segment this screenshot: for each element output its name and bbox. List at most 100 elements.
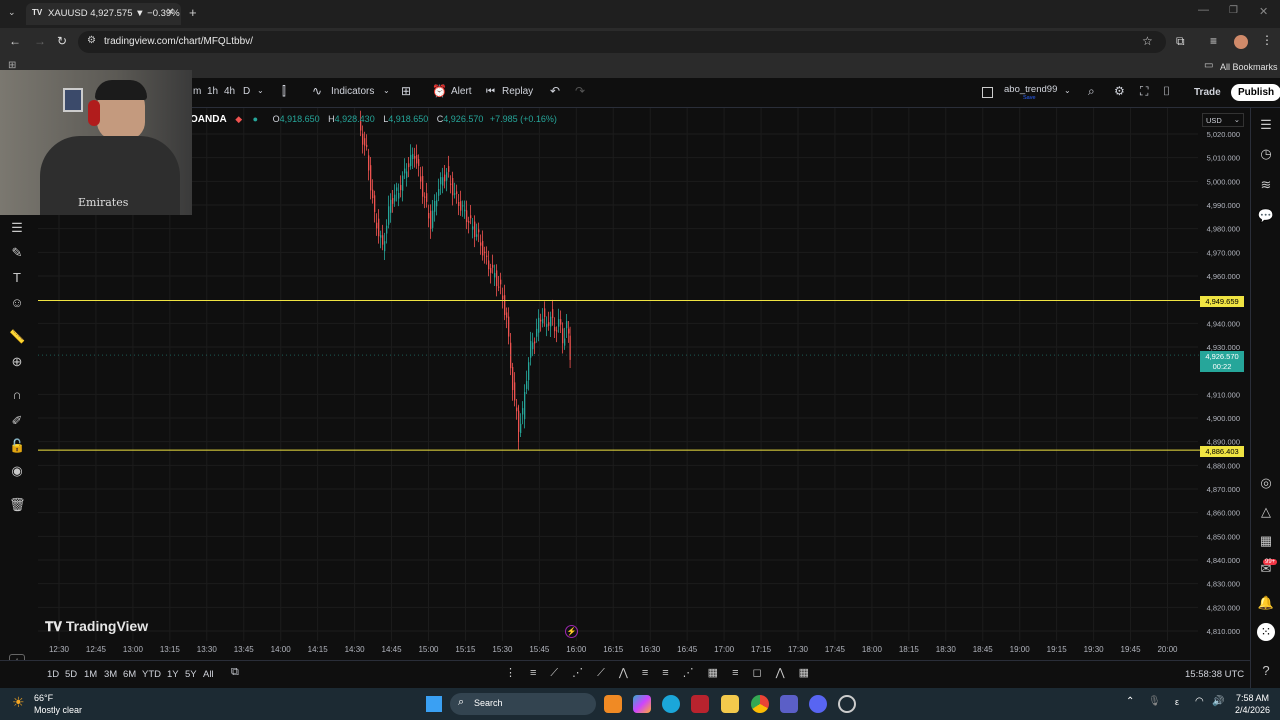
browser-tab[interactable]: TV XAUUSD 4,927.575 ▼ −0.39% ·	[26, 3, 181, 25]
lock-icon[interactable]: 🔓	[9, 438, 25, 454]
weather-temp[interactable]: 66°F	[34, 693, 53, 703]
teams-icon[interactable]	[780, 695, 798, 713]
range-5d[interactable]: 5D	[65, 669, 77, 680]
layout-square-icon[interactable]	[982, 87, 993, 98]
watchlist-icon[interactable]: ☰	[1257, 116, 1275, 134]
broker-label[interactable]: OANDA	[190, 114, 227, 125]
profile-avatar-icon[interactable]	[1234, 35, 1248, 49]
tab-list-icon[interactable]: ⌄	[8, 7, 16, 18]
redo-icon[interactable]: ↷	[575, 84, 585, 98]
language-indicator[interactable]: ε	[1175, 697, 1179, 707]
app-orange-icon[interactable]	[604, 695, 622, 713]
alert-button[interactable]: Alert	[451, 86, 472, 97]
start-windows-icon[interactable]	[426, 696, 442, 712]
taskbar-search-box[interactable]: ⌕ Search	[450, 693, 596, 715]
ruler-tool-icon[interactable]: 📏	[9, 329, 25, 345]
microphone-icon[interactable]: 🎙	[1148, 696, 1161, 707]
quick-search-icon[interactable]: ⌕	[1088, 84, 1095, 99]
emoji-tool-icon[interactable]: ☺	[9, 295, 25, 311]
browser-menu-icon[interactable]: ⋮	[1261, 33, 1273, 47]
new-tab-icon[interactable]: +	[189, 5, 197, 20]
currency-selector[interactable]: USD ⌄	[1202, 113, 1244, 127]
bell-icon[interactable]: 🔔	[1257, 594, 1275, 612]
trash-icon[interactable]: 🗑	[9, 497, 26, 513]
app-red-icon[interactable]	[691, 695, 709, 713]
interval-daily[interactable]: D	[243, 86, 250, 97]
all-bookmarks-link[interactable]: All Bookmarks	[1220, 62, 1278, 72]
indicators-button[interactable]: Indicators	[331, 86, 374, 97]
apps-grid-icon[interactable]: ⁙	[1257, 623, 1275, 641]
zoom-in-icon[interactable]: ⊕	[9, 354, 25, 370]
tray-chevron-icon[interactable]: ⌃	[1126, 696, 1134, 707]
lines-tool-icon[interactable]: ☰	[9, 220, 25, 236]
time-tick-label: 17:15	[751, 645, 772, 654]
range-1y[interactable]: 1Y	[167, 669, 179, 680]
interval-dropdown-icon[interactable]: ⌄	[257, 86, 264, 95]
settings-gear-icon[interactable]: ⚙	[1114, 84, 1125, 98]
undo-icon[interactable]: ↶	[550, 84, 560, 98]
snapshot-camera-icon[interactable]: ⌷	[1163, 84, 1170, 99]
taskbar-time[interactable]: 7:58 AM	[1236, 693, 1269, 703]
site-info-icon[interactable]: ⚙	[87, 35, 96, 46]
volume-icon[interactable]: 🔊	[1212, 696, 1224, 707]
range-3m[interactable]: 3M	[104, 669, 117, 680]
date-range-icon[interactable]: ⧉	[231, 666, 239, 679]
layout-name[interactable]: abo_trend99	[1004, 84, 1057, 95]
trade-button[interactable]: Trade	[1194, 87, 1221, 98]
range-1m[interactable]: 1M	[84, 669, 97, 680]
ideas-icon[interactable]: △	[1257, 503, 1275, 521]
range-ytd[interactable]: YTD	[142, 669, 161, 680]
copilot-icon[interactable]	[633, 695, 651, 713]
alert-clock-icon: ⏰	[432, 84, 447, 98]
back-icon[interactable]: ←	[9, 34, 21, 48]
weather-icon[interactable]: ☀	[12, 694, 25, 711]
calendar-icon[interactable]: ▦	[1257, 532, 1275, 550]
close-window-icon[interactable]: ✕	[1259, 5, 1268, 18]
fullscreen-icon[interactable]: ⛶	[1140, 84, 1148, 99]
range-1d[interactable]: 1D	[47, 669, 59, 680]
layers-icon[interactable]: ≋	[1257, 176, 1275, 194]
file-explorer-icon[interactable]	[721, 695, 739, 713]
layout-dropdown-icon[interactable]: ⌄	[1064, 86, 1071, 95]
visibility-eye-icon[interactable]: ◉	[9, 463, 25, 479]
reload-icon[interactable]: ↻	[57, 34, 67, 48]
url-input[interactable]: ⚙ tradingview.com/chart/MFQLtbbv/ ☆	[78, 31, 1166, 53]
lock-drawing-pencil-icon[interactable]: ✐	[9, 413, 25, 429]
interval-minutes[interactable]: m	[193, 86, 201, 97]
alerts-clock-icon[interactable]: ◷	[1257, 145, 1275, 163]
utc-clock[interactable]: 15:58:38 UTC	[1185, 669, 1244, 680]
taskbar-date[interactable]: 2/4/2026	[1235, 705, 1270, 715]
interval-1h[interactable]: 1h	[207, 86, 218, 97]
range-all[interactable]: All	[203, 669, 214, 680]
help-icon[interactable]: ?	[1257, 662, 1275, 680]
range-5y[interactable]: 5Y	[185, 669, 197, 680]
lightning-icon[interactable]: ⚡	[565, 625, 578, 638]
minimize-icon[interactable]: —	[1198, 4, 1209, 16]
extensions-icon[interactable]: ⧉	[1176, 34, 1185, 49]
candle-body	[506, 312, 508, 318]
layouts-grid-icon[interactable]: ⊞	[401, 84, 411, 98]
bookmark-star-icon[interactable]: ☆	[1142, 34, 1153, 48]
edge-icon[interactable]	[662, 695, 680, 713]
chat-icon[interactable]: 💬	[1257, 207, 1275, 225]
app-circle-icon[interactable]	[838, 695, 856, 713]
current-price-value: 4,926.570	[1205, 352, 1239, 361]
range-6m[interactable]: 6M	[123, 669, 136, 680]
text-tool-icon[interactable]: T	[9, 270, 25, 286]
forward-icon[interactable]: →	[34, 34, 46, 48]
target-icon[interactable]: ◎	[1257, 474, 1275, 492]
wifi-icon[interactable]: ◠	[1195, 696, 1204, 707]
tab-close-icon[interactable]: ✕	[166, 7, 174, 18]
interval-4h[interactable]: 4h	[224, 86, 235, 97]
restore-icon[interactable]: ❐	[1229, 5, 1238, 16]
chrome-icon[interactable]	[751, 695, 769, 713]
discord-icon[interactable]	[809, 695, 827, 713]
replay-button[interactable]: Replay	[502, 86, 533, 97]
weather-desc[interactable]: Mostly clear	[34, 705, 82, 715]
indicators-dropdown-icon[interactable]: ⌄	[383, 86, 390, 95]
chart-type-candles-icon[interactable]: ⫿	[282, 84, 286, 99]
magnet-icon[interactable]: ∩	[9, 387, 25, 403]
reading-list-icon[interactable]: ≡	[1210, 34, 1217, 48]
brush-tool-icon[interactable]: ✎	[9, 245, 25, 261]
publish-button[interactable]: Publish	[1231, 84, 1280, 101]
